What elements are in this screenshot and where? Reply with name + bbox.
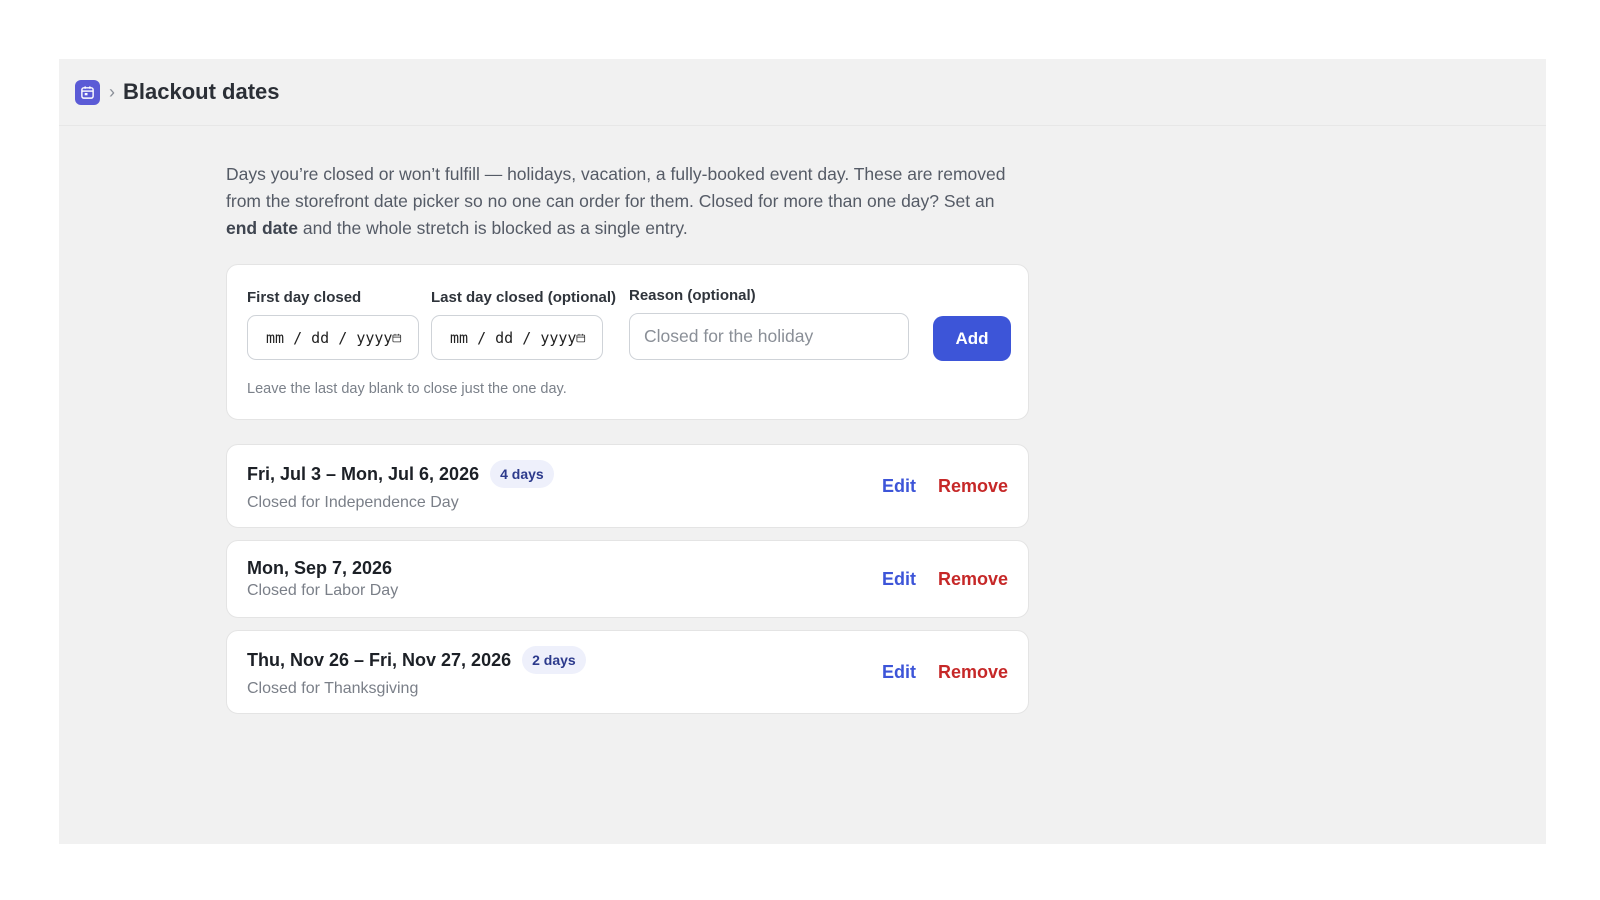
- entry-reason: Closed for Independence Day: [247, 494, 459, 511]
- entry-actions: Edit Remove: [882, 662, 1008, 683]
- main-content: Days you’re closed or won’t fulfill — ho…: [226, 161, 1029, 714]
- remove-button[interactable]: Remove: [938, 569, 1008, 590]
- remove-button[interactable]: Remove: [938, 476, 1008, 497]
- entry-reason: Closed for Labor Day: [247, 582, 399, 599]
- entry-info: Thu, Nov 26 – Fri, Nov 27, 2026 2 days C…: [247, 646, 586, 698]
- page-title: Blackout dates: [123, 79, 280, 104]
- edit-button[interactable]: Edit: [882, 569, 916, 590]
- add-button[interactable]: Add: [933, 316, 1011, 361]
- date-placeholder: mm / dd / yyyy: [450, 328, 577, 347]
- breadcrumb-separator: ›: [109, 82, 115, 102]
- entry-info: Mon, Sep 7, 2026 Closed for Labor Day: [247, 558, 398, 600]
- edit-button[interactable]: Edit: [882, 476, 916, 497]
- intro-text-part: and the whole stretch is blocked as a si…: [297, 218, 688, 238]
- reason-input[interactable]: [629, 313, 909, 360]
- blackout-entry: Mon, Sep 7, 2026 Closed for Labor Day Ed…: [226, 540, 1029, 618]
- last-day-input[interactable]: mm / dd / yyyy: [431, 315, 603, 360]
- calendar-picker-icon[interactable]: [392, 329, 402, 347]
- last-day-label: Last day closed (optional): [431, 289, 617, 306]
- entry-reason: Closed for Thanksgiving: [247, 680, 419, 697]
- blackout-entry: Thu, Nov 26 – Fri, Nov 27, 2026 2 days C…: [226, 630, 1029, 714]
- entry-dates: Mon, Sep 7, 2026: [247, 558, 393, 578]
- reason-label: Reason (optional): [629, 287, 756, 304]
- first-day-input[interactable]: mm / dd / yyyy: [247, 315, 419, 360]
- duration-badge: 2 days: [522, 646, 586, 674]
- entry-info: Fri, Jul 3 – Mon, Jul 6, 2026 4 days Clo…: [247, 460, 554, 512]
- date-placeholder: mm / dd / yyyy: [266, 328, 393, 347]
- remove-button[interactable]: Remove: [938, 662, 1008, 683]
- entry-dates: Fri, Jul 3 – Mon, Jul 6, 2026: [247, 463, 480, 484]
- first-day-field: First day closed mm / dd / yyyy: [247, 289, 419, 360]
- intro-text-part: Days you’re closed or won’t fulfill — ho…: [226, 164, 1006, 211]
- first-day-label: First day closed: [247, 289, 362, 306]
- calendar-picker-icon[interactable]: [576, 329, 586, 347]
- entry-actions: Edit Remove: [882, 569, 1008, 590]
- blackout-entry: Fri, Jul 3 – Mon, Jul 6, 2026 4 days Clo…: [226, 444, 1029, 528]
- last-day-field: Last day closed (optional) mm / dd / yyy…: [431, 289, 616, 360]
- entry-dates: Thu, Nov 26 – Fri, Nov 27, 2026: [247, 649, 512, 670]
- form-hint: Leave the last day blank to close just t…: [247, 381, 567, 397]
- intro-emphasis: end date: [226, 218, 298, 238]
- intro-text: Days you’re closed or won’t fulfill — ho…: [226, 161, 1016, 242]
- duration-badge: 4 days: [490, 460, 554, 488]
- edit-button[interactable]: Edit: [882, 662, 916, 683]
- reason-field: Reason (optional): [629, 287, 909, 360]
- add-blackout-form: First day closed mm / dd / yyyy Last day…: [226, 264, 1029, 420]
- app-frame: › Blackout dates Days you’re closed or w…: [59, 59, 1546, 844]
- top-bar: › Blackout dates: [59, 59, 1546, 126]
- calendar-icon[interactable]: [75, 79, 100, 105]
- entry-actions: Edit Remove: [882, 476, 1008, 497]
